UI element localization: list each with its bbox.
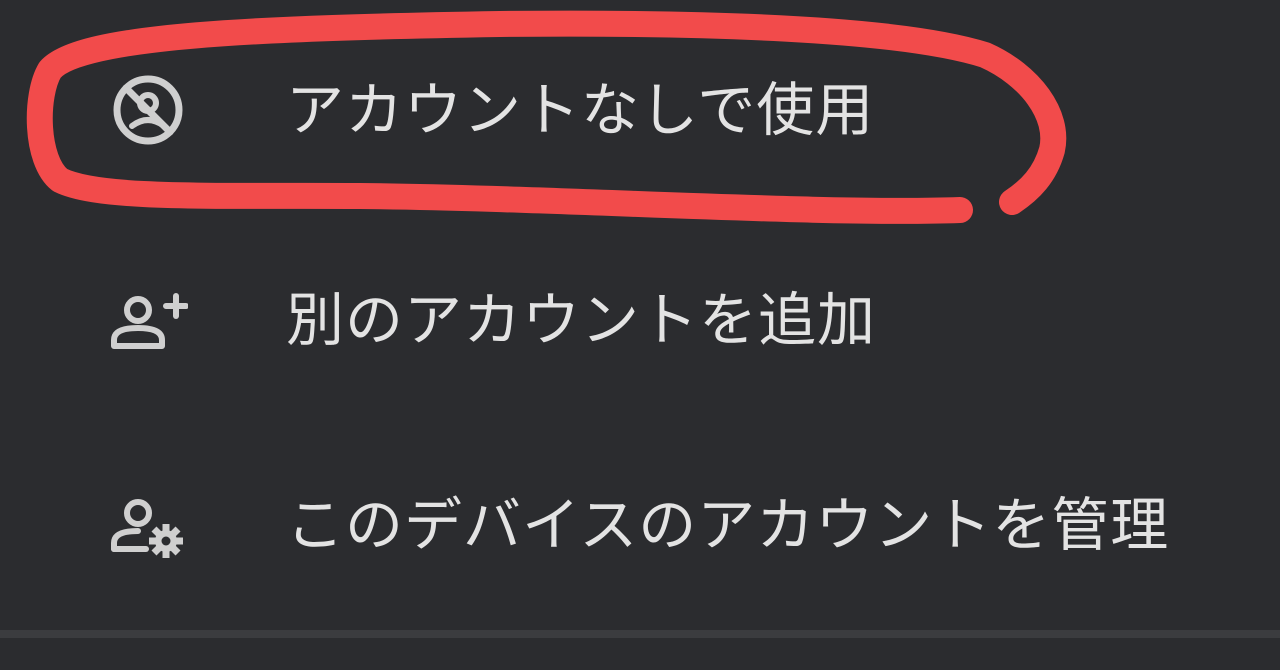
add-another-account-item[interactable]: 別のアカウントを追加 xyxy=(0,260,1280,380)
manage-accounts-icon xyxy=(111,499,183,558)
no-account-icon xyxy=(113,75,183,145)
footer-strip xyxy=(0,638,1280,670)
divider xyxy=(0,630,1280,638)
use-without-account-item[interactable]: アカウントなしで使用 xyxy=(0,50,1280,170)
account-menu: アカウントなしで使用 別のアカウントを追加 このデバイスのアカウントを管理 xyxy=(0,0,1280,630)
use-without-account-label: アカウントなしで使用 xyxy=(286,76,875,144)
manage-device-accounts-label: このデバイスのアカウントを管理 xyxy=(286,491,1170,559)
manage-device-accounts-item[interactable]: このデバイスのアカウントを管理 xyxy=(0,465,1280,585)
add-another-account-label: 別のアカウントを追加 xyxy=(286,286,877,354)
person-add-icon xyxy=(111,293,188,349)
